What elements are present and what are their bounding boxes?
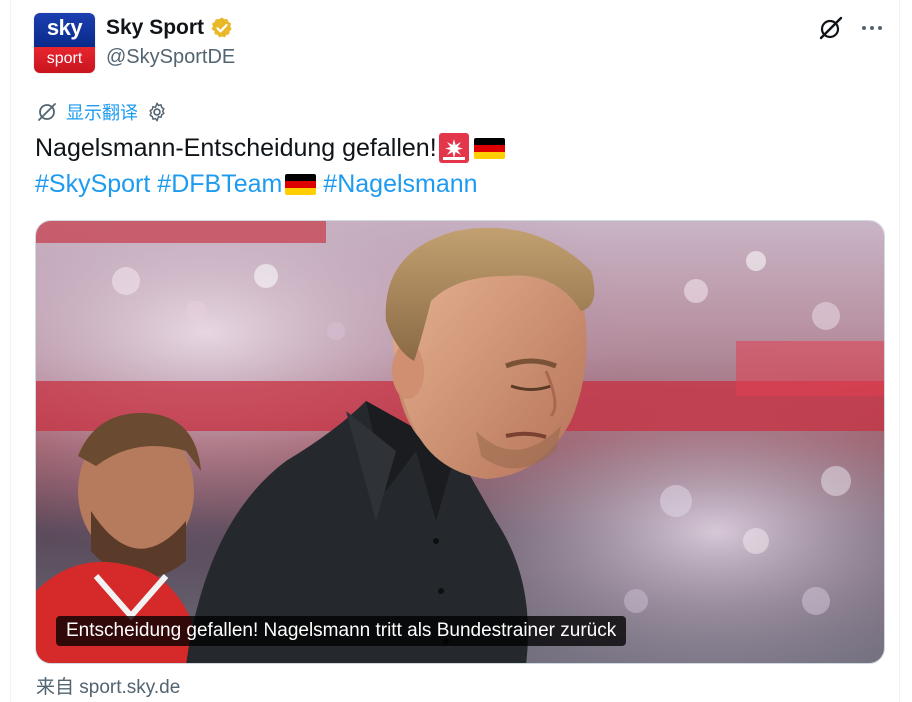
grok-slash-circle-icon [819,16,843,40]
verified-badge-icon [211,17,232,38]
translate-icon [38,103,56,121]
more-dot [870,26,874,30]
author-avatar[interactable]: sky sport [34,13,95,73]
hashtag-skysport[interactable]: #SkySport [35,167,150,201]
germany-flag-icon [473,137,505,159]
rotating-light-emoji-icon [438,133,469,163]
hashtag-nagelsmann[interactable]: #Nagelsmann [323,167,477,201]
translate-row: 显示翻译 [36,99,168,125]
tweet-text: Nagelsmann-Entscheidung gefallen! [35,131,505,165]
grok-icon[interactable] [815,12,847,44]
gear-icon[interactable] [146,101,168,123]
author-name-text: Sky Sport [106,16,205,39]
tweet-text-main: Nagelsmann-Entscheidung gefallen! [35,134,437,162]
show-translation-link[interactable]: 显示翻译 [66,99,138,125]
more-horizontal-icon[interactable] [856,12,888,44]
media-photo [36,221,884,663]
more-dot [878,26,882,30]
hashtag-dfbteam[interactable]: #DFBTeam [157,167,282,201]
author-handle[interactable]: @SkySportDE [106,46,235,69]
more-dot [862,26,866,30]
author-display-name[interactable]: Sky Sport [106,14,234,42]
germany-flag-icon [285,173,317,195]
tweet-hashtags: #SkySport #DFBTeam #Nagelsmann [35,167,478,201]
tweet-media-image[interactable]: Entscheidung gefallen! Nagelsmann tritt … [35,220,885,664]
link-source[interactable]: 来自 sport.sky.de [36,672,180,699]
media-caption: Entscheidung gefallen! Nagelsmann tritt … [56,616,627,646]
avatar-sky-label: sky [34,13,95,47]
avatar-sport-label: sport [34,47,95,73]
